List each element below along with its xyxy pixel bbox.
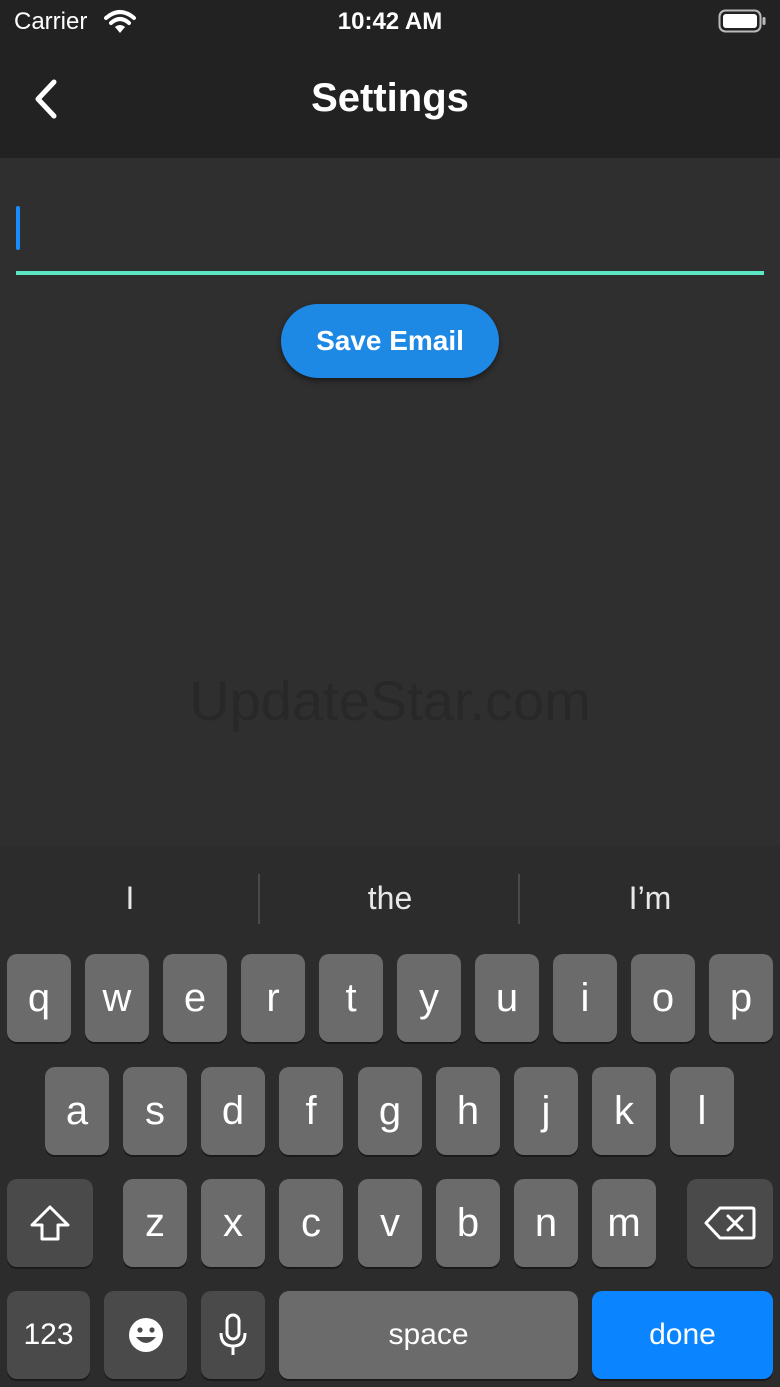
suggestion-bar: I the I’m: [0, 846, 780, 950]
key-y[interactable]: y: [397, 954, 461, 1042]
email-input[interactable]: [16, 192, 764, 272]
suggestion-item[interactable]: the: [270, 872, 510, 924]
suggestion-item[interactable]: I: [10, 872, 250, 924]
suggestion-divider: [258, 874, 260, 924]
key-l[interactable]: l: [670, 1067, 734, 1155]
space-key[interactable]: space: [279, 1291, 578, 1379]
battery-icon: [718, 9, 766, 33]
key-b[interactable]: b: [436, 1179, 500, 1267]
key-u[interactable]: u: [475, 954, 539, 1042]
key-z[interactable]: z: [123, 1179, 187, 1267]
key-r[interactable]: r: [241, 954, 305, 1042]
key-k[interactable]: k: [592, 1067, 656, 1155]
key-x[interactable]: x: [201, 1179, 265, 1267]
key-c[interactable]: c: [279, 1179, 343, 1267]
emoji-key[interactable]: [104, 1291, 187, 1379]
key-o[interactable]: o: [631, 954, 695, 1042]
suggestion-divider: [518, 874, 520, 924]
done-key[interactable]: done: [592, 1291, 773, 1379]
text-cursor: [16, 206, 20, 250]
key-j[interactable]: j: [514, 1067, 578, 1155]
email-field-container: [16, 192, 764, 278]
backspace-key[interactable]: [687, 1179, 773, 1267]
key-e[interactable]: e: [163, 954, 227, 1042]
shift-key[interactable]: [7, 1179, 93, 1267]
shift-icon: [30, 1205, 70, 1241]
watermark: UpdateStar.com: [189, 669, 591, 732]
key-h[interactable]: h: [436, 1067, 500, 1155]
key-s[interactable]: s: [123, 1067, 187, 1155]
key-q[interactable]: q: [7, 954, 71, 1042]
save-email-button[interactable]: Save Email: [281, 304, 499, 378]
navigation-bar: Settings: [0, 44, 780, 158]
key-t[interactable]: t: [319, 954, 383, 1042]
status-bar: Carrier 10:42 AM: [0, 0, 780, 44]
microphone-key[interactable]: [201, 1291, 265, 1379]
key-f[interactable]: f: [279, 1067, 343, 1155]
emoji-icon: [128, 1318, 163, 1352]
on-screen-keyboard: I the I’m q w e r t y u i o p a s d f g …: [0, 846, 780, 1387]
key-a[interactable]: a: [45, 1067, 109, 1155]
numbers-key[interactable]: 123: [7, 1291, 90, 1379]
key-d[interactable]: d: [201, 1067, 265, 1155]
status-time: 10:42 AM: [337, 8, 443, 35]
page-title: Settings: [311, 76, 469, 120]
key-n[interactable]: n: [514, 1179, 578, 1267]
key-i[interactable]: i: [553, 954, 617, 1042]
key-v[interactable]: v: [358, 1179, 422, 1267]
microphone-icon: [219, 1313, 247, 1355]
settings-content: Save Email UpdateStar.com: [0, 158, 780, 846]
key-p[interactable]: p: [709, 954, 773, 1042]
key-g[interactable]: g: [358, 1067, 422, 1155]
backspace-icon: [704, 1206, 756, 1240]
input-underline: [16, 271, 764, 275]
key-m[interactable]: m: [592, 1179, 656, 1267]
key-w[interactable]: w: [85, 954, 149, 1042]
suggestion-item[interactable]: I’m: [530, 872, 770, 924]
